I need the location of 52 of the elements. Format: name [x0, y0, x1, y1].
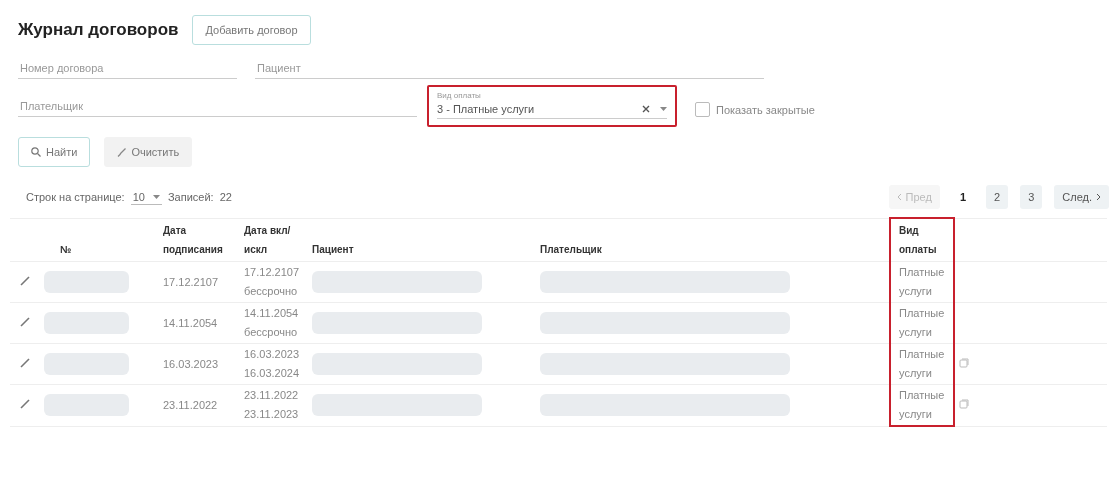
add-contract-button[interactable]: Добавить договор: [192, 15, 311, 45]
date-text: 16.03.2023: [163, 356, 220, 372]
chevron-right-icon: [1096, 193, 1101, 201]
payment-type-select[interactable]: Вид оплаты 3 - Платные услуги: [427, 85, 677, 127]
column-header: Плательщик: [536, 218, 890, 262]
rows-per-page-select[interactable]: 10: [130, 189, 162, 205]
payment-type-text: Платные услуги: [899, 265, 943, 299]
payer-field[interactable]: Плательщик: [18, 96, 417, 117]
date-end: 16.03.2024: [244, 366, 301, 381]
date-end: бессрочно: [244, 284, 299, 299]
date-start: 23.11.2022: [244, 388, 300, 404]
chevron-left-icon: [896, 193, 902, 201]
pencil-icon: [20, 398, 30, 409]
column-header: Пациент: [308, 218, 536, 262]
caret-icon: [152, 194, 160, 199]
clear-icon: [642, 105, 650, 113]
date-text: 14.11.2054: [163, 315, 219, 331]
rows-per-page-label: Строк на странице:: [26, 191, 125, 203]
payment-type-text: Платные услуги: [899, 347, 943, 381]
checkbox[interactable]: [695, 102, 710, 117]
search-icon: [31, 147, 41, 157]
checkbox-label: Показать закрытые: [716, 103, 815, 116]
clear-button[interactable]: Очистить: [104, 137, 193, 167]
brush-icon: [117, 147, 127, 157]
column-header: Дата подписания: [159, 218, 240, 262]
caret-icon: [660, 107, 667, 111]
contract-number-field[interactable]: Номер договора: [18, 58, 237, 79]
page-button[interactable]: 2: [986, 185, 1009, 209]
page-title: Журнал договоров: [18, 20, 179, 40]
pencil-icon: [20, 316, 30, 327]
patient-field[interactable]: Пациент: [255, 58, 764, 79]
payment-type-text: Платные услуги: [899, 388, 943, 422]
page-button[interactable]: 3: [1020, 185, 1043, 209]
records-count: 22: [219, 191, 232, 203]
date-text: 17.12.2107: [163, 274, 220, 290]
records-label: Записей:: [167, 191, 214, 203]
pencil-icon: [20, 275, 30, 286]
date-end: бессрочно: [244, 325, 299, 340]
column-header: Вид оплаты: [890, 218, 954, 262]
date-start: 16.03.2023: [244, 347, 301, 362]
date-start: 17.12.2107: [244, 265, 301, 280]
date-end: 23.11.2023: [244, 407, 300, 423]
field-label: Вид оплаты: [437, 91, 482, 100]
date-start: 14.11.2054: [244, 306, 300, 321]
column-header: Дата вкл/ искл: [240, 218, 308, 262]
search-button[interactable]: Найти: [18, 137, 91, 167]
select-value: 3 - Платные услуги: [437, 103, 536, 115]
date-text: 23.11.2022: [163, 397, 219, 413]
column-header: №: [40, 218, 159, 262]
payment-type-text: Платные услуги: [899, 306, 943, 340]
pencil-icon: [20, 357, 30, 368]
next-page-button[interactable]: След.: [1054, 185, 1109, 209]
